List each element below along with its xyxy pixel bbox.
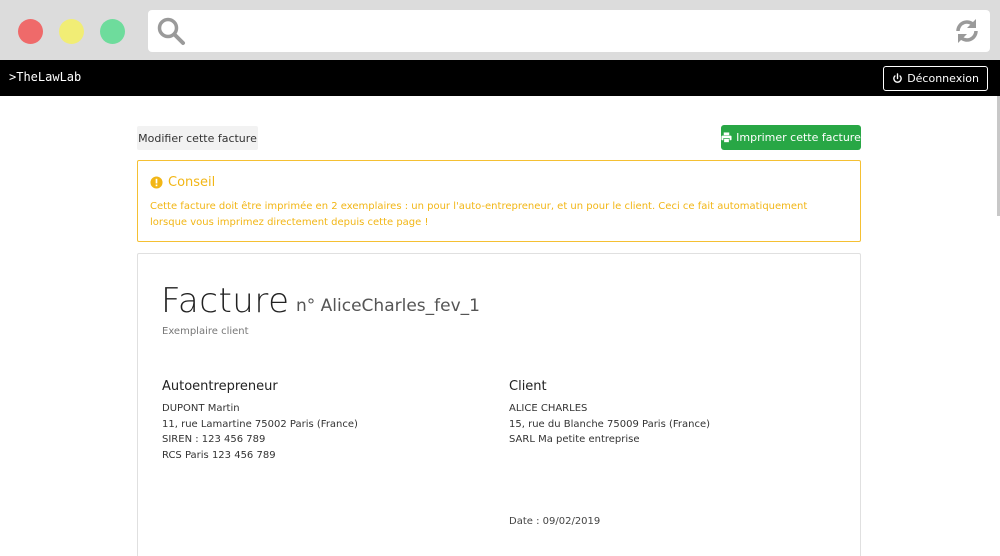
invoice-title: Facture [161, 281, 290, 321]
advice-alert: Conseil Cette facture doit être imprimée… [137, 160, 861, 242]
edit-invoice-button[interactable]: Modifier cette facture [137, 126, 258, 150]
seller-siren: SIREN : 123 456 789 [162, 434, 266, 445]
client-heading: Client [509, 379, 547, 394]
window-maximize-button[interactable] [100, 19, 125, 44]
app-header: >TheLawLab Déconnexion [0, 60, 1000, 96]
print-invoice-label: Imprimer cette facture [736, 131, 861, 144]
info-icon [150, 176, 163, 189]
client-company: SARL Ma petite entreprise [509, 434, 640, 445]
window-close-button[interactable] [18, 19, 43, 44]
print-invoice-button[interactable]: Imprimer cette facture [721, 125, 861, 150]
seller-rcs: RCS Paris 123 456 789 [162, 450, 276, 461]
alert-message: Cette facture doit être imprimée en 2 ex… [150, 201, 808, 228]
search-icon [157, 17, 185, 45]
window-minimize-button[interactable] [59, 19, 84, 44]
client-name: ALICE CHARLES [509, 403, 588, 414]
invoice-date: Date : 09/02/2019 [509, 516, 601, 527]
printer-icon [721, 132, 732, 143]
brand-logo[interactable]: >TheLawLab [9, 70, 81, 84]
address-bar[interactable] [148, 10, 990, 52]
invoice-card: Facture n° AliceCharles_fev_1 Exemplaire… [137, 253, 861, 556]
alert-title: Conseil [168, 175, 216, 190]
logout-label: Déconnexion [907, 72, 979, 85]
invoice-number: n° AliceCharles_fev_1 [296, 296, 480, 316]
invoice-copy-label: Exemplaire client [162, 326, 249, 337]
browser-chrome [0, 0, 1000, 60]
logout-button[interactable]: Déconnexion [883, 66, 988, 91]
client-address: 15, rue du Blanche 75009 Paris (France) [509, 419, 711, 430]
alert-heading: Conseil [150, 175, 215, 190]
seller-name: DUPONT Martin [162, 403, 240, 414]
reload-icon[interactable] [952, 16, 982, 46]
seller-address: 11, rue Lamartine 75002 Paris (France) [162, 419, 358, 430]
power-icon [893, 73, 903, 83]
seller-heading: Autoentrepreneur [162, 379, 278, 394]
